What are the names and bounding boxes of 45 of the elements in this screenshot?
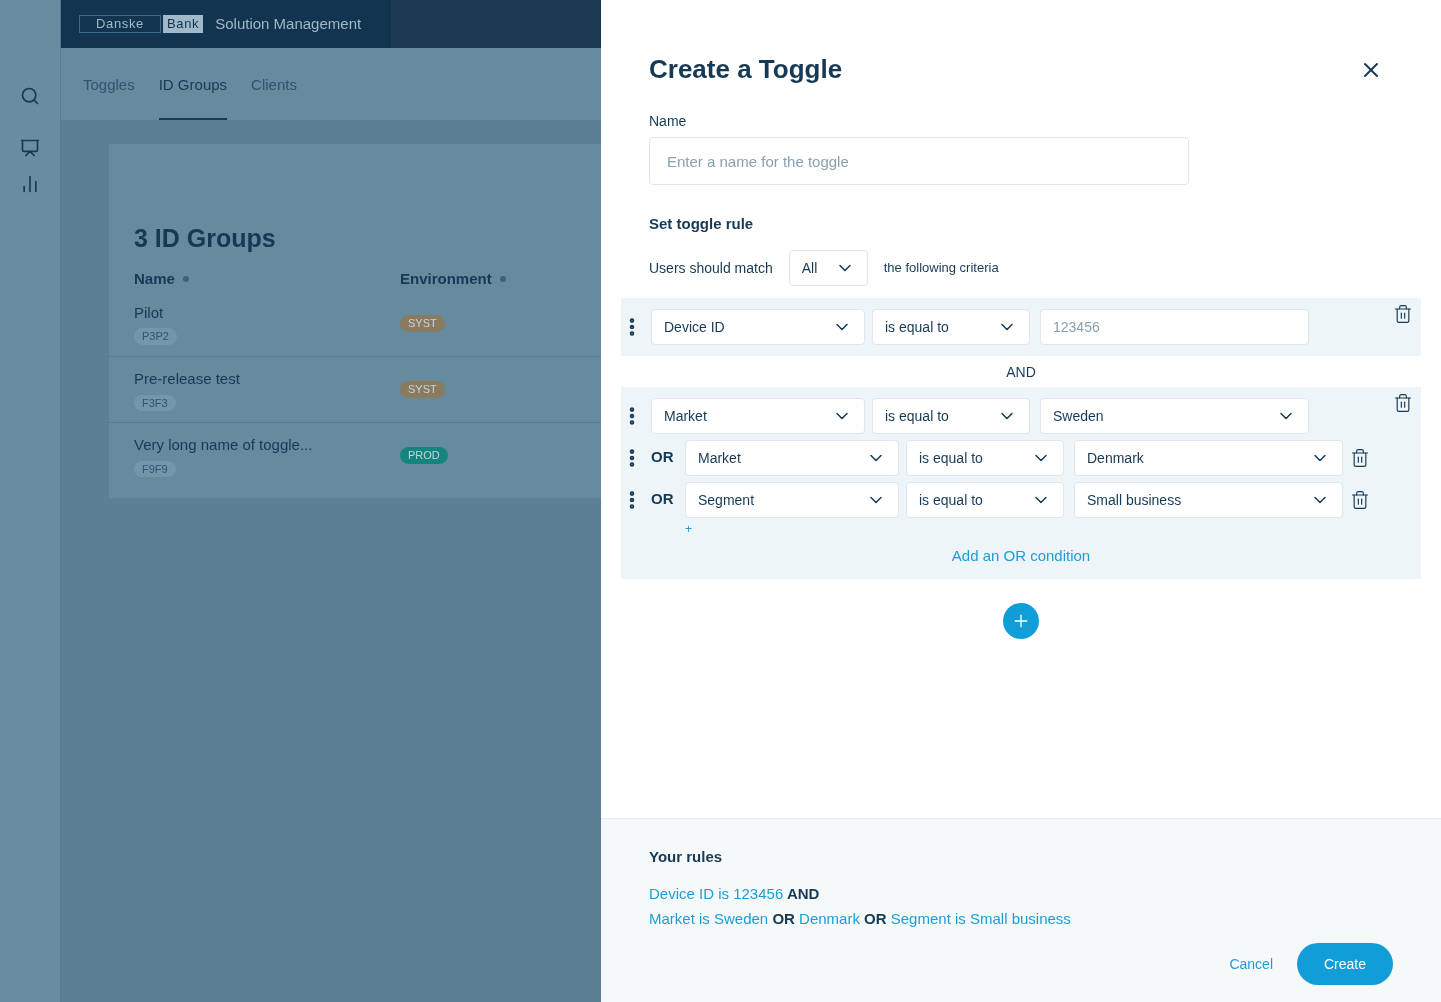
environment-tag: SYST xyxy=(400,314,445,332)
rule-heading: Set toggle rule xyxy=(649,214,755,234)
name-field[interactable]: Enter a name for the toggle xyxy=(649,137,1189,185)
search-icon[interactable] xyxy=(20,86,40,106)
delete-icon[interactable] xyxy=(1350,489,1370,510)
app-title: Solution Management xyxy=(215,13,362,34)
match-select[interactable]: All xyxy=(788,249,868,286)
operator-select[interactable]: is equal to xyxy=(906,481,1064,518)
dialog-title: Create a Toggle xyxy=(649,53,843,86)
operator-select[interactable]: is equal to xyxy=(906,439,1064,476)
operator-select[interactable]: is equal to xyxy=(872,308,1030,345)
monitor-icon[interactable] xyxy=(20,138,40,158)
or-label: OR xyxy=(651,489,675,510)
rule-summary: Device ID is 123456 AND xyxy=(649,883,821,904)
group-name: Pilot xyxy=(134,302,164,323)
operator-select[interactable]: is equal to xyxy=(872,397,1030,434)
value-select[interactable]: Small business xyxy=(1074,481,1343,518)
bar-chart-icon[interactable] xyxy=(20,174,40,194)
rule-summary: Market is Sweden OR Denmark OR Segment is Small business xyxy=(649,909,1072,929)
delete-icon[interactable] xyxy=(1350,447,1370,468)
page-heading: 3 ID Groups xyxy=(133,223,277,254)
name-label: Name xyxy=(649,112,688,131)
environment-tag: PROD xyxy=(400,447,448,464)
delete-icon[interactable] xyxy=(1393,303,1413,324)
value-field[interactable]: 123456 xyxy=(1040,308,1309,345)
group-code: F3F3 xyxy=(134,394,176,411)
group-name: Pre-release test xyxy=(134,369,240,389)
match-suffix: the following criteria xyxy=(883,258,999,277)
delete-icon[interactable] xyxy=(1393,392,1413,413)
group-code: F9F9 xyxy=(134,460,176,477)
add-rule-button[interactable] xyxy=(1003,603,1039,639)
field-select[interactable]: Segment xyxy=(685,481,899,518)
summary-heading: Your rules xyxy=(649,847,724,867)
field-select[interactable]: Device ID xyxy=(651,308,865,345)
value-select[interactable]: Denmark xyxy=(1074,439,1343,476)
logo: Danske Bank xyxy=(79,15,204,33)
and-label: AND xyxy=(1006,362,1036,382)
match-prefix: Users should match xyxy=(649,258,773,278)
field-select[interactable]: Market xyxy=(651,397,865,434)
field-select[interactable]: Market xyxy=(685,439,899,476)
value-select[interactable]: Sweden xyxy=(1040,397,1309,434)
group-code: P3P2 xyxy=(134,328,177,345)
environment-tag: SYST xyxy=(400,381,445,398)
group-name: Very long name of toggle... xyxy=(134,435,313,455)
or-label: OR xyxy=(651,447,675,468)
